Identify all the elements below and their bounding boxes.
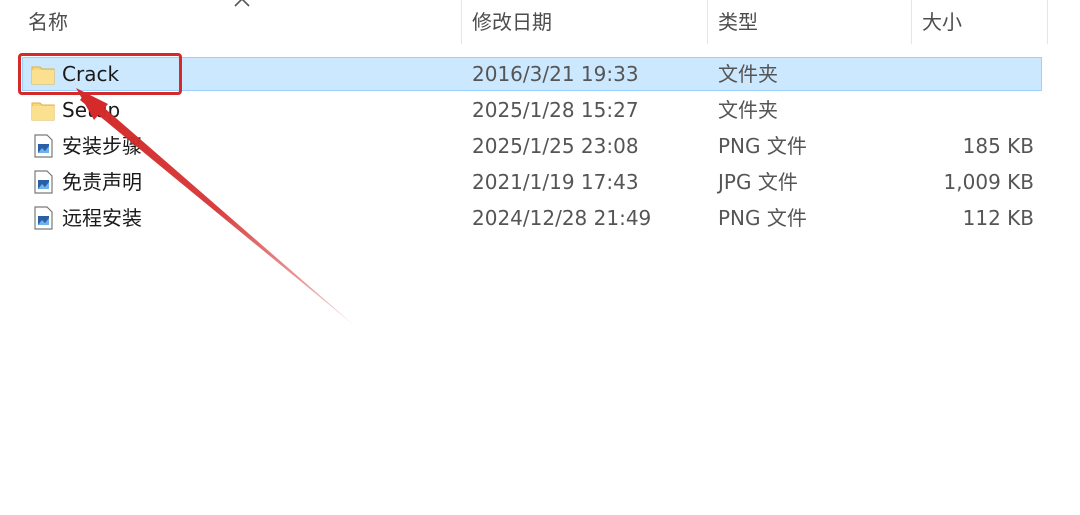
file-row-disclaimer[interactable]: 免责声明 2021/1/19 17:43 JPG 文件 1,009 KB <box>0 164 1080 200</box>
file-size: 112 KB <box>962 206 1034 230</box>
sort-ascending-icon <box>234 0 250 7</box>
file-name: Setup <box>62 98 121 122</box>
file-modified: 2025/1/25 23:08 <box>472 134 639 158</box>
folder-icon <box>31 102 55 121</box>
column-header-size[interactable]: 大小 <box>922 0 962 44</box>
annotation-highlight-box <box>18 53 182 95</box>
file-type: JPG 文件 <box>718 170 798 194</box>
column-divider[interactable] <box>707 0 708 44</box>
file-row-setup[interactable]: Setup 2025/1/28 15:27 文件夹 <box>0 92 1080 128</box>
column-header-type[interactable]: 类型 <box>718 0 758 44</box>
file-modified: 2021/1/19 17:43 <box>472 170 639 194</box>
file-size: 185 KB <box>962 134 1034 158</box>
column-header-name[interactable]: 名称 <box>28 0 68 44</box>
file-type: 文件夹 <box>718 98 778 122</box>
file-name: 安装步骤 <box>62 134 142 158</box>
file-name: 远程安装 <box>62 206 142 230</box>
file-name: 免责声明 <box>62 170 142 194</box>
file-type: 文件夹 <box>718 62 778 86</box>
file-row-install-steps[interactable]: 安装步骤 2025/1/25 23:08 PNG 文件 185 KB <box>0 128 1080 164</box>
column-header-modified[interactable]: 修改日期 <box>472 0 552 44</box>
column-divider[interactable] <box>461 0 462 44</box>
image-file-icon <box>34 134 53 158</box>
file-row-remote-install[interactable]: 远程安装 2024/12/28 21:49 PNG 文件 112 KB <box>0 200 1080 236</box>
file-modified: 2024/12/28 21:49 <box>472 206 652 230</box>
file-type: PNG 文件 <box>718 206 807 230</box>
column-divider[interactable] <box>1047 0 1048 44</box>
image-file-icon <box>34 170 53 194</box>
column-header-bar: 名称 修改日期 类型 大小 <box>0 0 1080 44</box>
image-file-icon <box>34 206 53 230</box>
file-type: PNG 文件 <box>718 134 807 158</box>
file-modified: 2016/3/21 19:33 <box>472 62 639 86</box>
column-divider[interactable] <box>911 0 912 44</box>
file-size: 1,009 KB <box>943 170 1034 194</box>
file-modified: 2025/1/28 15:27 <box>472 98 639 122</box>
